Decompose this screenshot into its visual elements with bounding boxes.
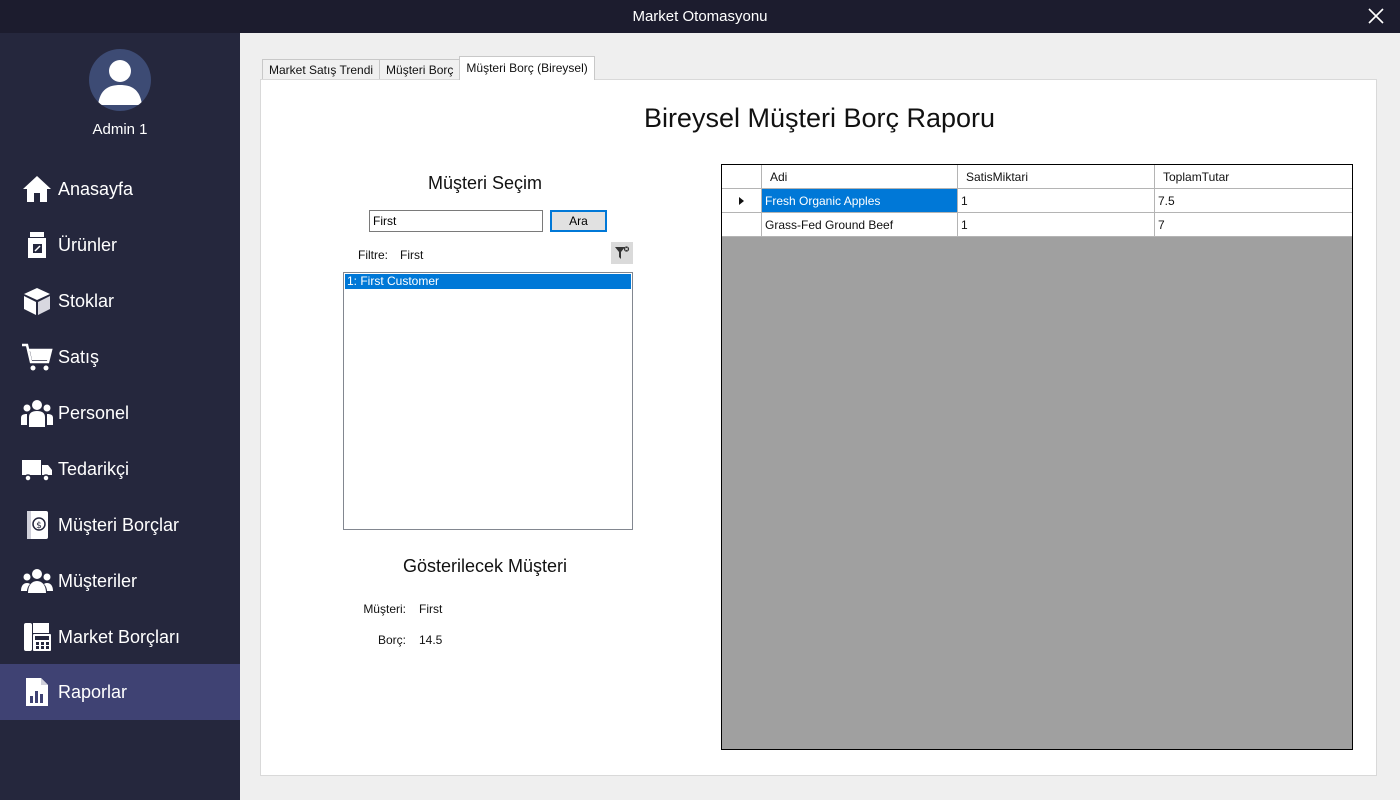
search-button[interactable]: Ara (550, 210, 607, 232)
people-icon (20, 396, 54, 430)
main-content: Market Satış Trendi Müşteri Borç Müşteri… (240, 33, 1400, 800)
header-corner (722, 165, 762, 188)
table-cell[interactable]: Grass-Fed Ground Beef (762, 213, 958, 236)
filter-clear-icon (615, 246, 630, 259)
customer-label: Müşteri: (363, 602, 406, 616)
table-row[interactable]: Fresh Organic Apples 1 7.5 (722, 189, 1352, 213)
grid-header: Adi SatisMiktari ToplamTutar (722, 165, 1352, 189)
displayed-customer-title: Gösterilecek Müşteri (402, 556, 568, 576)
report-title: Bireysel Müşteri Borç Raporu (643, 103, 996, 133)
avatar (89, 49, 151, 111)
tab-panel: Bireysel Müşteri Borç Raporu Müşteri Seç… (260, 79, 1377, 776)
tab-musteri-borc-bireysel[interactable]: Müşteri Borç (Bireysel) (459, 56, 595, 80)
sidebar-item-raporlar[interactable]: Raporlar (0, 664, 240, 720)
svg-text:$: $ (36, 521, 42, 531)
customer-selection-title: Müşteri Seçim (427, 173, 543, 193)
fax-calculator-icon (20, 620, 54, 654)
sidebar-item-label: Raporlar (58, 681, 128, 702)
sidebar-item-label: Personel (58, 402, 130, 423)
table-cell[interactable]: 7.5 (1155, 189, 1352, 212)
column-header[interactable]: SatisMiktari (958, 165, 1155, 188)
sidebar-item-label: Tedarikçi (58, 458, 130, 479)
clear-filter-button[interactable] (611, 242, 633, 264)
table-cell[interactable]: Fresh Organic Apples (762, 189, 958, 212)
money-book-icon: $ (20, 508, 54, 542)
row-header[interactable] (722, 213, 762, 236)
cart-icon (20, 340, 54, 374)
sidebar-item-musteriler[interactable]: Müşteriler (0, 553, 240, 609)
customer-search-input[interactable] (369, 210, 543, 232)
product-box-icon (20, 228, 54, 262)
filter-value: First (400, 248, 424, 262)
purchases-grid[interactable]: Adi SatisMiktari ToplamTutar Fresh Organ… (721, 164, 1353, 750)
current-row-arrow-icon (738, 196, 744, 205)
sidebar-item-stoklar[interactable]: Stoklar (0, 273, 240, 329)
debt-label: Borç: (377, 633, 406, 647)
sidebar-item-label: Stoklar (58, 290, 115, 311)
sidebar-item-tedarikci[interactable]: Tedarikçi (0, 441, 240, 497)
title-bar: Market Otomasyonu (0, 0, 1400, 33)
column-header[interactable]: Adi (762, 165, 958, 188)
sidebar-item-anasayfa[interactable]: Anasayfa (0, 161, 240, 217)
sidebar-item-label: Market Borçları (58, 626, 181, 647)
table-cell[interactable]: 1 (958, 189, 1155, 212)
admin-name: Admin 1 (92, 121, 148, 138)
filter-label: Filtre: (358, 248, 388, 262)
column-header[interactable]: ToplamTutar (1155, 165, 1352, 188)
tab-bar: Market Satış Trendi Müşteri Borç Müşteri… (262, 56, 595, 80)
close-button[interactable] (1366, 6, 1386, 26)
sidebar-item-label: Müşteri Borçlar (58, 514, 180, 535)
users-icon (20, 564, 54, 598)
sidebar-item-personel[interactable]: Personel (0, 385, 240, 441)
sidebar-item-satis[interactable]: Satış (0, 329, 240, 385)
sidebar-item-label: Satış (58, 346, 100, 367)
truck-icon (20, 452, 54, 486)
sidebar: Admin 1 Anasayfa Ürünler Stoklar Satış P… (0, 33, 240, 800)
debt-value: 14.5 (419, 633, 443, 647)
row-header[interactable] (722, 189, 762, 212)
tab-musteri-borc[interactable]: Müşteri Borç (379, 59, 461, 80)
user-icon (98, 60, 142, 105)
sidebar-item-label: Ürünler (58, 234, 118, 255)
sidebar-item-musteri-borclar[interactable]: $ Müşteri Borçlar (0, 497, 240, 553)
report-chart-icon (20, 675, 54, 709)
customer-list[interactable]: 1: First Customer (343, 272, 633, 530)
customer-value: First (419, 602, 443, 616)
tab-market-satis-trendi[interactable]: Market Satış Trendi (262, 59, 381, 80)
table-cell[interactable]: 1 (958, 213, 1155, 236)
table-cell[interactable]: 7 (1155, 213, 1352, 236)
sidebar-item-label: Müşteriler (58, 570, 138, 591)
window-title: Market Otomasyonu (632, 8, 768, 25)
table-row[interactable]: Grass-Fed Ground Beef 1 7 (722, 213, 1352, 237)
boxes-icon (20, 284, 54, 318)
sidebar-item-urunler[interactable]: Ürünler (0, 217, 240, 273)
home-icon (20, 172, 54, 206)
sidebar-item-market-borclari[interactable]: Market Borçları (0, 609, 240, 665)
close-icon (1368, 8, 1384, 24)
list-item[interactable]: 1: First Customer (345, 274, 631, 289)
sidebar-item-label: Anasayfa (58, 178, 134, 199)
